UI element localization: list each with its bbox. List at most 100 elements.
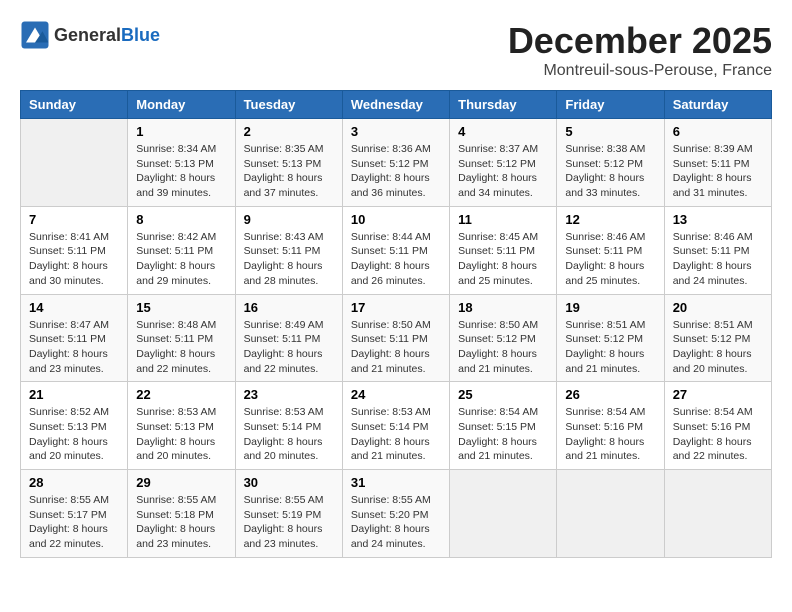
- day-number: 7: [29, 212, 119, 227]
- weekday-header: Monday: [128, 91, 235, 119]
- calendar-day-cell: 26Sunrise: 8:54 AMSunset: 5:16 PMDayligh…: [557, 382, 664, 470]
- day-info: Sunrise: 8:47 AMSunset: 5:11 PMDaylight:…: [29, 318, 119, 377]
- calendar-day-cell: 20 Sunrise: 8:51 AMSunset: 5:12 PMDayligh…: [664, 294, 771, 382]
- day-number: 22: [136, 387, 226, 402]
- calendar-week-row: 1 Sunrise: 8:34 AMSunset: 5:13 PMDaylight…: [21, 119, 772, 207]
- day-number: 30: [244, 475, 334, 490]
- calendar-day-cell: [664, 470, 771, 558]
- day-info: Sunrise: 8:50 AMSunset: 5:12 PMDaylight:…: [458, 318, 548, 377]
- day-info: Sunrise: 8:54 AMSunset: 5:16 PMDaylight:…: [673, 405, 763, 464]
- calendar-day-cell: 3 Sunrise: 8:36 AMSunset: 5:12 PMDaylight…: [342, 119, 449, 207]
- day-number: 25: [458, 387, 548, 402]
- day-number: 24: [351, 387, 441, 402]
- calendar-day-cell: 18Sunrise: 8:50 AMSunset: 5:12 PMDayligh…: [450, 294, 557, 382]
- calendar-day-cell: 4 Sunrise: 8:37 AMSunset: 5:12 PMDaylight…: [450, 119, 557, 207]
- day-info: Sunrise: 8:46 AMSunset: 5:11 PMDaylight:…: [565, 230, 655, 289]
- calendar-week-row: 21Sunrise: 8:52 AMSunset: 5:13 PMDayligh…: [21, 382, 772, 470]
- day-info: Sunrise: 8:37 AMSunset: 5:12 PMDaylight:…: [458, 142, 548, 201]
- day-number: 5: [565, 124, 655, 139]
- day-number: 31: [351, 475, 441, 490]
- day-number: 23: [244, 387, 334, 402]
- calendar-day-cell: 29Sunrise: 8:55 AMSunset: 5:18 PMDayligh…: [128, 470, 235, 558]
- calendar-day-cell: 5 Sunrise: 8:38 AMSunset: 5:12 PMDaylight…: [557, 119, 664, 207]
- calendar-day-cell: 7 Sunrise: 8:41 AMSunset: 5:11 PMDaylight…: [21, 206, 128, 294]
- calendar-day-cell: 25Sunrise: 8:54 AMSunset: 5:15 PMDayligh…: [450, 382, 557, 470]
- day-number: 11: [458, 212, 548, 227]
- weekday-header: Wednesday: [342, 91, 449, 119]
- day-number: 4: [458, 124, 548, 139]
- day-info: Sunrise: 8:53 AMSunset: 5:13 PMDaylight:…: [136, 405, 226, 464]
- weekday-header: Friday: [557, 91, 664, 119]
- day-info: Sunrise: 8:51 AMSunset: 5:12 PMDaylight:…: [565, 318, 655, 377]
- logo: General Blue: [20, 20, 160, 50]
- day-number: 3: [351, 124, 441, 139]
- calendar-title: December 2025: [508, 20, 772, 62]
- title-block: December 2025 Montreuil-sous-Perouse, Fr…: [508, 20, 772, 80]
- logo-text-blue: Blue: [121, 25, 160, 46]
- calendar-day-cell: 30 Sunrise: 8:55 AMSunset: 5:19 PMDayligh…: [235, 470, 342, 558]
- calendar-day-cell: 31 Sunrise: 8:55 AMSunset: 5:20 PMDayligh…: [342, 470, 449, 558]
- calendar-day-cell: 2 Sunrise: 8:35 AMSunset: 5:13 PMDaylight…: [235, 119, 342, 207]
- calendar-day-cell: 27Sunrise: 8:54 AMSunset: 5:16 PMDayligh…: [664, 382, 771, 470]
- day-info: Sunrise: 8:55 AMSunset: 5:19 PMDaylight:…: [244, 493, 334, 552]
- day-number: 28: [29, 475, 119, 490]
- day-number: 6: [673, 124, 763, 139]
- calendar-day-cell: 23Sunrise: 8:53 AMSunset: 5:14 PMDayligh…: [235, 382, 342, 470]
- day-info: Sunrise: 8:43 AMSunset: 5:11 PMDaylight:…: [244, 230, 334, 289]
- day-number: 29: [136, 475, 226, 490]
- calendar-day-cell: 8Sunrise: 8:42 AMSunset: 5:11 PMDaylight…: [128, 206, 235, 294]
- day-number: 1: [136, 124, 226, 139]
- calendar-day-cell: 15Sunrise: 8:48 AMSunset: 5:11 PMDayligh…: [128, 294, 235, 382]
- day-info: Sunrise: 8:46 AMSunset: 5:11 PMDaylight:…: [673, 230, 763, 289]
- day-info: Sunrise: 8:44 AMSunset: 5:11 PMDaylight:…: [351, 230, 441, 289]
- day-info: Sunrise: 8:55 AMSunset: 5:20 PMDaylight:…: [351, 493, 441, 552]
- day-info: Sunrise: 8:35 AMSunset: 5:13 PMDaylight:…: [244, 142, 334, 201]
- calendar-subtitle: Montreuil-sous-Perouse, France: [508, 62, 772, 80]
- weekday-header: Saturday: [664, 91, 771, 119]
- calendar-day-cell: 12Sunrise: 8:46 AMSunset: 5:11 PMDayligh…: [557, 206, 664, 294]
- weekday-header: Tuesday: [235, 91, 342, 119]
- calendar-week-row: 14Sunrise: 8:47 AMSunset: 5:11 PMDayligh…: [21, 294, 772, 382]
- calendar-day-cell: 11 Sunrise: 8:45 AMSunset: 5:11 PMDayligh…: [450, 206, 557, 294]
- day-info: Sunrise: 8:38 AMSunset: 5:12 PMDaylight:…: [565, 142, 655, 201]
- calendar-day-cell: 1 Sunrise: 8:34 AMSunset: 5:13 PMDaylight…: [128, 119, 235, 207]
- calendar-header-row: SundayMondayTuesdayWednesdayThursdayFrid…: [21, 91, 772, 119]
- calendar-day-cell: 21Sunrise: 8:52 AMSunset: 5:13 PMDayligh…: [21, 382, 128, 470]
- calendar-day-cell: 10 Sunrise: 8:44 AMSunset: 5:11 PMDayligh…: [342, 206, 449, 294]
- day-info: Sunrise: 8:39 AMSunset: 5:11 PMDaylight:…: [673, 142, 763, 201]
- day-info: Sunrise: 8:55 AMSunset: 5:17 PMDaylight:…: [29, 493, 119, 552]
- day-number: 16: [244, 300, 334, 315]
- calendar-day-cell: 22 Sunrise: 8:53 AMSunset: 5:13 PMDayligh…: [128, 382, 235, 470]
- day-number: 10: [351, 212, 441, 227]
- day-info: Sunrise: 8:49 AMSunset: 5:11 PMDaylight:…: [244, 318, 334, 377]
- day-info: Sunrise: 8:52 AMSunset: 5:13 PMDaylight:…: [29, 405, 119, 464]
- day-number: 20: [673, 300, 763, 315]
- calendar-table: SundayMondayTuesdayWednesdayThursdayFrid…: [20, 90, 772, 558]
- page-header: General Blue December 2025 Montreuil-sou…: [20, 20, 772, 80]
- logo-text-general: General: [54, 25, 121, 46]
- day-info: Sunrise: 8:45 AMSunset: 5:11 PMDaylight:…: [458, 230, 548, 289]
- day-number: 15: [136, 300, 226, 315]
- day-info: Sunrise: 8:41 AMSunset: 5:11 PMDaylight:…: [29, 230, 119, 289]
- day-info: Sunrise: 8:50 AMSunset: 5:11 PMDaylight:…: [351, 318, 441, 377]
- day-number: 17: [351, 300, 441, 315]
- calendar-week-row: 7 Sunrise: 8:41 AMSunset: 5:11 PMDaylight…: [21, 206, 772, 294]
- day-info: Sunrise: 8:53 AMSunset: 5:14 PMDaylight:…: [351, 405, 441, 464]
- calendar-day-cell: 17 Sunrise: 8:50 AMSunset: 5:11 PMDayligh…: [342, 294, 449, 382]
- day-info: Sunrise: 8:54 AMSunset: 5:16 PMDaylight:…: [565, 405, 655, 464]
- day-info: Sunrise: 8:36 AMSunset: 5:12 PMDaylight:…: [351, 142, 441, 201]
- calendar-day-cell: 24 Sunrise: 8:53 AMSunset: 5:14 PMDayligh…: [342, 382, 449, 470]
- day-info: Sunrise: 8:51 AMSunset: 5:12 PMDaylight:…: [673, 318, 763, 377]
- day-info: Sunrise: 8:34 AMSunset: 5:13 PMDaylight:…: [136, 142, 226, 201]
- calendar-day-cell: [557, 470, 664, 558]
- weekday-header: Thursday: [450, 91, 557, 119]
- calendar-day-cell: [450, 470, 557, 558]
- calendar-day-cell: 16 Sunrise: 8:49 AMSunset: 5:11 PMDayligh…: [235, 294, 342, 382]
- calendar-day-cell: [21, 119, 128, 207]
- calendar-day-cell: 14Sunrise: 8:47 AMSunset: 5:11 PMDayligh…: [21, 294, 128, 382]
- day-number: 2: [244, 124, 334, 139]
- weekday-header: Sunday: [21, 91, 128, 119]
- calendar-day-cell: 19 Sunrise: 8:51 AMSunset: 5:12 PMDayligh…: [557, 294, 664, 382]
- day-number: 19: [565, 300, 655, 315]
- logo-icon: [20, 20, 50, 50]
